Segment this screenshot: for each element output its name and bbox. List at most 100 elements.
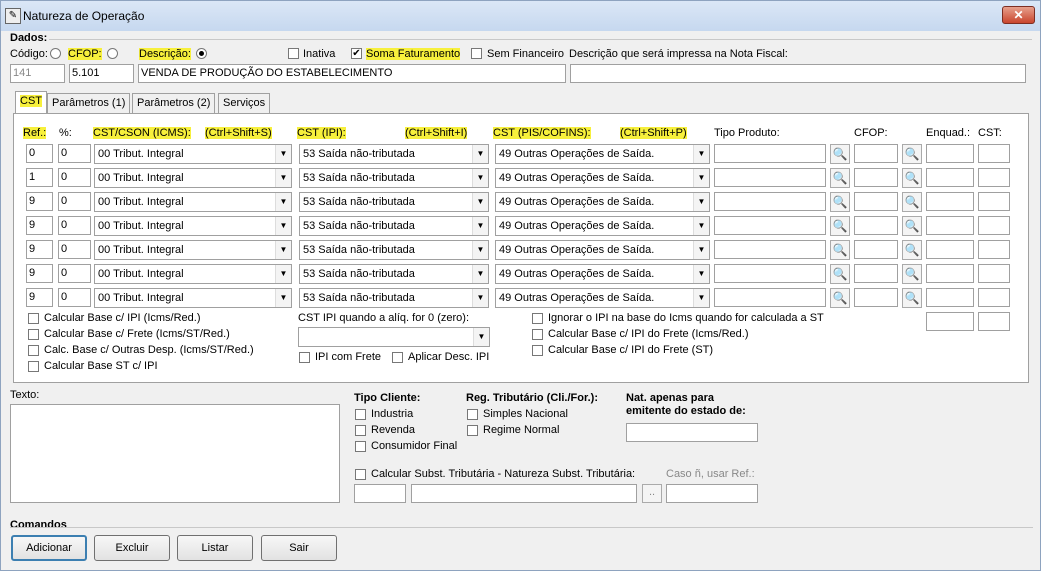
row-tipo-produto-input[interactable]: [714, 264, 826, 283]
row-tipo-produto-input[interactable]: [714, 192, 826, 211]
row-icms-select[interactable]: 00 Tribut. Integral ▼: [94, 240, 292, 260]
cfop-radio[interactable]: [107, 48, 118, 59]
row-cfop-input[interactable]: [854, 264, 898, 283]
row-cfop-input[interactable]: [854, 168, 898, 187]
caso-ref-input[interactable]: [666, 484, 758, 503]
row-cfop-input[interactable]: [854, 288, 898, 307]
magnifier-icon[interactable]: 🔍: [830, 240, 850, 260]
row-pct-input[interactable]: 0: [58, 168, 91, 187]
subst-desc-input[interactable]: [411, 484, 637, 503]
row-ipi-select[interactable]: 53 Saída não-tributada ▼: [299, 216, 489, 236]
row-tipo-produto-input[interactable]: [714, 168, 826, 187]
row-ipi-select[interactable]: 53 Saída não-tributada ▼: [299, 288, 489, 308]
row-tipo-produto-input[interactable]: [714, 240, 826, 259]
cfop-input[interactable]: 5.101: [69, 64, 134, 83]
tab-cst[interactable]: CST: [15, 91, 47, 114]
regime-normal-checkbox[interactable]: [467, 425, 478, 436]
row-ipi-select[interactable]: 53 Saída não-tributada ▼: [299, 144, 489, 164]
magnifier-icon[interactable]: 🔍: [902, 216, 922, 236]
row-cst-input[interactable]: [978, 264, 1010, 283]
magnifier-icon[interactable]: 🔍: [902, 240, 922, 260]
row-enquad-input[interactable]: [926, 192, 974, 211]
magnifier-icon[interactable]: 🔍: [902, 168, 922, 188]
row-pis-select[interactable]: 49 Outras Operações de Saída. ▼: [495, 240, 710, 260]
ipi-com-frete-checkbox[interactable]: [299, 352, 310, 363]
calc-frete-checkbox[interactable]: [28, 329, 39, 340]
row-icms-select[interactable]: 00 Tribut. Integral ▼: [94, 192, 292, 212]
adicionar-button[interactable]: Adicionar: [11, 535, 87, 561]
magnifier-icon[interactable]: 🔍: [902, 264, 922, 284]
row-enquad-input[interactable]: [926, 240, 974, 259]
row-ref-input[interactable]: 0: [26, 144, 53, 163]
subst-lookup-button[interactable]: ..: [642, 484, 662, 503]
magnifier-icon[interactable]: 🔍: [902, 192, 922, 212]
row-pis-select[interactable]: 49 Outras Operações de Saída. ▼: [495, 288, 710, 308]
row-pis-select[interactable]: 49 Outras Operações de Saída. ▼: [495, 168, 710, 188]
descricao-radio[interactable]: [196, 48, 207, 59]
row-pct-input[interactable]: 0: [58, 144, 91, 163]
row-cfop-input[interactable]: [854, 216, 898, 235]
row-ipi-select[interactable]: 53 Saída não-tributada ▼: [299, 168, 489, 188]
row-cfop-input[interactable]: [854, 240, 898, 259]
row-icms-select[interactable]: 00 Tribut. Integral ▼: [94, 144, 292, 164]
simples-nacional-checkbox[interactable]: [467, 409, 478, 420]
close-button[interactable]: ✕: [1002, 6, 1035, 24]
row-ipi-select[interactable]: 53 Saída não-tributada ▼: [299, 264, 489, 284]
codigo-input[interactable]: 141: [10, 64, 65, 83]
row-ref-input[interactable]: 9: [26, 264, 53, 283]
row-pct-input[interactable]: 0: [58, 216, 91, 235]
excluir-button[interactable]: Excluir: [94, 535, 170, 561]
codigo-radio[interactable]: [50, 48, 61, 59]
descricao-input[interactable]: VENDA DE PRODUÇÃO DO ESTABELECIMENTO: [138, 64, 566, 83]
row-cst-input[interactable]: [978, 288, 1010, 307]
row-ref-input[interactable]: 1: [26, 168, 53, 187]
row-cst-input[interactable]: [978, 144, 1010, 163]
revenda-checkbox[interactable]: [355, 425, 366, 436]
row-ipi-select[interactable]: 53 Saída não-tributada ▼: [299, 240, 489, 260]
row-cfop-input[interactable]: [854, 144, 898, 163]
calc-subst-checkbox[interactable]: [355, 469, 366, 480]
tab-parametros-2[interactable]: Parâmetros (2): [132, 93, 216, 113]
sem-financeiro-checkbox[interactable]: [471, 48, 482, 59]
sair-button[interactable]: Sair: [261, 535, 337, 561]
estado-input[interactable]: [626, 423, 758, 442]
industria-checkbox[interactable]: [355, 409, 366, 420]
aplicar-desc-checkbox[interactable]: [392, 352, 403, 363]
magnifier-icon[interactable]: 🔍: [902, 288, 922, 308]
row-icms-select[interactable]: 00 Tribut. Integral ▼: [94, 216, 292, 236]
row-enquad-input[interactable]: [926, 264, 974, 283]
cst-extra-input[interactable]: [978, 312, 1010, 331]
row-pct-input[interactable]: 0: [58, 264, 91, 283]
row-ref-input[interactable]: 9: [26, 216, 53, 235]
calc-ipi-checkbox[interactable]: [28, 313, 39, 324]
row-ipi-select[interactable]: 53 Saída não-tributada ▼: [299, 192, 489, 212]
row-cst-input[interactable]: [978, 192, 1010, 211]
row-pis-select[interactable]: 49 Outras Operações de Saída. ▼: [495, 192, 710, 212]
row-pis-select[interactable]: 49 Outras Operações de Saída. ▼: [495, 264, 710, 284]
row-pct-input[interactable]: 0: [58, 240, 91, 259]
row-tipo-produto-input[interactable]: [714, 288, 826, 307]
row-cst-input[interactable]: [978, 216, 1010, 235]
row-icms-select[interactable]: 00 Tribut. Integral ▼: [94, 288, 292, 308]
magnifier-icon[interactable]: 🔍: [830, 288, 850, 308]
row-pis-select[interactable]: 49 Outras Operações de Saída. ▼: [495, 144, 710, 164]
row-enquad-input[interactable]: [926, 288, 974, 307]
magnifier-icon[interactable]: 🔍: [830, 144, 850, 164]
row-enquad-input[interactable]: [926, 144, 974, 163]
calc-ipi-frete-checkbox[interactable]: [532, 329, 543, 340]
row-cfop-input[interactable]: [854, 192, 898, 211]
listar-button[interactable]: Listar: [177, 535, 253, 561]
row-ref-input[interactable]: 9: [26, 240, 53, 259]
inativa-checkbox[interactable]: [288, 48, 299, 59]
subst-code-input[interactable]: [354, 484, 406, 503]
calc-st-ipi-checkbox[interactable]: [28, 361, 39, 372]
row-pis-select[interactable]: 49 Outras Operações de Saída. ▼: [495, 216, 710, 236]
row-pct-input[interactable]: 0: [58, 288, 91, 307]
row-ref-input[interactable]: 9: [26, 192, 53, 211]
row-enquad-input[interactable]: [926, 216, 974, 235]
enquad-extra-input[interactable]: [926, 312, 974, 331]
row-tipo-produto-input[interactable]: [714, 144, 826, 163]
calc-outras-checkbox[interactable]: [28, 345, 39, 356]
magnifier-icon[interactable]: 🔍: [830, 264, 850, 284]
consumidor-final-checkbox[interactable]: [355, 441, 366, 452]
